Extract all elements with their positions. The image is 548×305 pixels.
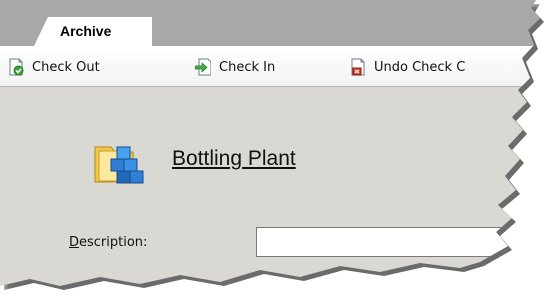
check-in-icon bbox=[195, 58, 211, 76]
check-in-label: Check In bbox=[219, 59, 276, 75]
check-out-label: Check Out bbox=[32, 59, 100, 75]
undo-check-out-button[interactable]: Undo Check C bbox=[350, 56, 465, 78]
description-label-accesskey: D bbox=[69, 235, 80, 250]
toolbar: Check Out Check In Undo Check C bbox=[0, 46, 540, 87]
description-label: Description: bbox=[69, 235, 147, 250]
tab-archive-label: Archive bbox=[60, 23, 112, 39]
check-in-button[interactable]: Check In bbox=[195, 56, 275, 78]
undo-check-out-icon bbox=[351, 58, 365, 76]
item-title-link[interactable]: Bottling Plant bbox=[172, 147, 296, 171]
undo-check-out-label: Undo Check C bbox=[374, 59, 466, 75]
tab-archive[interactable]: Archive bbox=[34, 17, 152, 46]
tab-strip: Archive bbox=[0, 0, 540, 46]
folder-with-blocks-icon bbox=[94, 146, 144, 184]
archive-panel: Archive Check Out Check In Undo Check C … bbox=[0, 0, 540, 286]
check-out-icon bbox=[9, 58, 24, 76]
description-label-rest: escription: bbox=[79, 235, 148, 250]
check-out-button[interactable]: Check Out bbox=[8, 56, 100, 78]
